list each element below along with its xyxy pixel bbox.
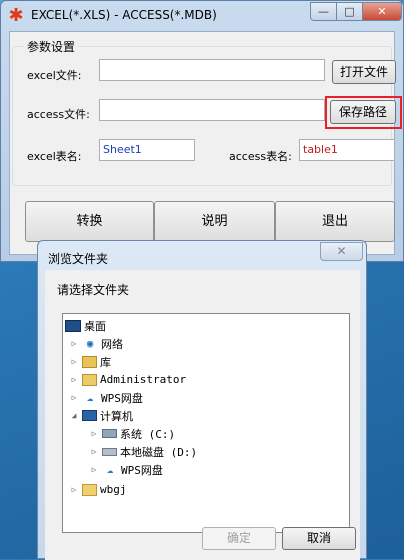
- app-icon: ✱: [8, 5, 24, 26]
- tree-item-wps-cloud-2[interactable]: ▷ ☁ WPS网盘: [89, 461, 163, 478]
- access-table-input[interactable]: table1: [299, 139, 395, 161]
- maximize-button[interactable]: □: [336, 2, 363, 21]
- tree-item-desktop[interactable]: 桌面: [65, 317, 106, 334]
- tree-item-label: WPS网盘: [121, 463, 163, 477]
- computer-icon: [82, 410, 97, 421]
- dialog-close-button[interactable]: ✕: [320, 242, 363, 261]
- open-file-button[interactable]: 打开文件: [332, 60, 396, 84]
- dialog-title: 浏览文件夹: [48, 252, 109, 266]
- expand-arrow-icon[interactable]: ▷: [69, 357, 79, 366]
- tree-item-label: 计算机: [100, 409, 133, 423]
- excel-file-input[interactable]: [99, 59, 325, 81]
- access-table-label: access表名:: [229, 150, 292, 163]
- close-button[interactable]: ✕: [362, 2, 402, 21]
- tree-item-drive-c[interactable]: ▷ 系统 (C:): [89, 425, 176, 442]
- expand-arrow-icon[interactable]: ▷: [69, 485, 79, 494]
- excel-sheet-input[interactable]: Sheet1: [99, 139, 195, 161]
- convert-button[interactable]: 转换: [25, 201, 154, 242]
- tree-item-label: 桌面: [84, 319, 106, 333]
- desktop-icon: [65, 319, 81, 332]
- access-file-input[interactable]: [99, 99, 325, 121]
- user-folder-icon: [82, 373, 97, 386]
- excel-sheet-label: excel表名:: [27, 150, 82, 163]
- expand-arrow-icon[interactable]: ▷: [89, 465, 99, 474]
- tree-item-label: 本地磁盘 (D:): [120, 445, 198, 459]
- dialog-body: 请选择文件夹 桌面 ▷ ◉ 网络 ▷ 库 ▷ Administrator ▷ ☁…: [45, 270, 360, 560]
- network-icon: ◉: [86, 337, 94, 350]
- dialog-prompt: 请选择文件夹: [57, 283, 130, 297]
- tree-item-drive-d[interactable]: ▷ 本地磁盘 (D:): [89, 443, 198, 460]
- tree-item-library[interactable]: ▷ 库: [69, 353, 111, 370]
- folder-icon: [82, 483, 97, 496]
- tree-item-label: wbgj: [100, 483, 127, 496]
- tree-item-computer[interactable]: ◢ 计算机: [69, 407, 133, 424]
- disk-icon: [102, 447, 117, 456]
- collapse-arrow-icon[interactable]: ◢: [69, 411, 79, 420]
- help-button[interactable]: 说明: [154, 201, 275, 242]
- main-window: ✱ EXCEL(*.XLS) - ACCESS(*.MDB) — □ ✕ 参数设…: [0, 0, 404, 262]
- excel-file-label: excel文件:: [27, 69, 82, 82]
- tree-item-label: 库: [100, 355, 111, 369]
- tree-item-network[interactable]: ▷ ◉ 网络: [69, 335, 123, 352]
- expand-arrow-icon[interactable]: ▷: [89, 429, 99, 438]
- system-drive-icon: [102, 429, 117, 438]
- save-path-button[interactable]: 保存路径: [330, 100, 396, 124]
- tree-item-administrator[interactable]: ▷ Administrator: [69, 371, 187, 388]
- minimize-button[interactable]: —: [310, 2, 337, 21]
- cloud-icon: ☁: [86, 391, 94, 404]
- tree-item-label: 网络: [101, 337, 123, 351]
- tree-item-wbgj[interactable]: ▷ wbgj: [69, 481, 127, 498]
- exit-button[interactable]: 退出: [275, 201, 395, 242]
- window-title: EXCEL(*.XLS) - ACCESS(*.MDB): [31, 8, 217, 22]
- cloud-icon: ☁: [106, 463, 114, 476]
- library-icon: [82, 355, 97, 368]
- access-file-label: access文件:: [27, 108, 90, 121]
- expand-arrow-icon[interactable]: ▷: [69, 339, 79, 348]
- browse-folder-dialog: 浏览文件夹 ✕ 请选择文件夹 桌面 ▷ ◉ 网络 ▷ 库 ▷ Administr…: [37, 240, 367, 560]
- ok-button[interactable]: 确定: [202, 527, 276, 550]
- expand-arrow-icon[interactable]: ▷: [69, 375, 79, 384]
- group-title: 参数设置: [24, 38, 79, 55]
- title-bar[interactable]: ✱ EXCEL(*.XLS) - ACCESS(*.MDB) — □ ✕: [1, 1, 403, 31]
- tree-item-label: 系统 (C:): [120, 427, 176, 441]
- expand-arrow-icon[interactable]: ▷: [69, 393, 79, 402]
- tree-item-label: Administrator: [100, 373, 187, 386]
- cancel-button[interactable]: 取消: [282, 527, 356, 550]
- expand-arrow-icon[interactable]: ▷: [89, 447, 99, 456]
- folder-tree[interactable]: 桌面 ▷ ◉ 网络 ▷ 库 ▷ Administrator ▷ ☁ WPS网盘: [62, 313, 350, 533]
- tree-item-wps-cloud[interactable]: ▷ ☁ WPS网盘: [69, 389, 143, 406]
- tree-item-label: WPS网盘: [101, 391, 143, 405]
